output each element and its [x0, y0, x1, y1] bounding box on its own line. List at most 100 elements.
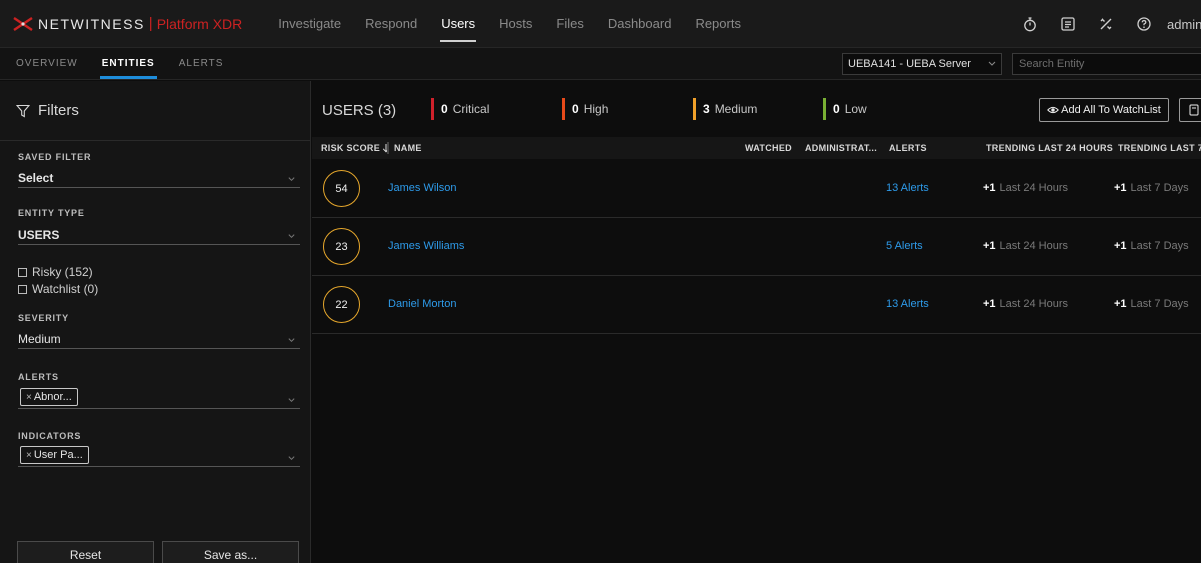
entity-name-link[interactable]: Daniel Morton	[388, 298, 456, 310]
brand-product: Platform XDR	[156, 15, 243, 32]
low-bar	[823, 98, 826, 120]
trend-24h: +1 Last 24 Hours	[983, 240, 1068, 252]
alerts-link[interactable]: 5 Alerts	[886, 240, 923, 252]
trend-7d-value: +1	[1114, 240, 1127, 252]
col-trending-7d[interactable]: TRENDING LAST 7 D	[1118, 137, 1201, 159]
nav-hosts[interactable]: Hosts	[487, 0, 544, 48]
severity-medium[interactable]: 3 Medium	[693, 98, 757, 120]
critical-bar	[431, 98, 434, 120]
trend-7d: +1 Last 7 Days	[1114, 182, 1189, 194]
nav-respond[interactable]: Respond	[353, 0, 429, 48]
chevron-down-icon[interactable]	[287, 453, 296, 462]
help-icon[interactable]	[1125, 0, 1163, 48]
trend-7d: +1 Last 7 Days	[1114, 298, 1189, 310]
entity-type-select[interactable]: USERS	[18, 225, 300, 245]
tab-overview[interactable]: OVERVIEW	[0, 48, 90, 80]
severity-high[interactable]: 0 High	[562, 98, 608, 120]
indicators-chip[interactable]: × User Pa...	[20, 446, 89, 464]
brand[interactable]: NETWITNESS | Platform XDR	[0, 0, 242, 48]
saved-filter-value: Select	[18, 170, 54, 185]
table-row[interactable]: 54 James Wilson 13 Alerts +1 Last 24 Hour…	[312, 160, 1201, 218]
alerts-filter-chip[interactable]: × Abnor...	[20, 388, 78, 406]
trend-24h: +1 Last 24 Hours	[983, 298, 1068, 310]
entity-type-label: ENTITY TYPE	[18, 208, 85, 218]
filters-header: Filters	[0, 81, 311, 141]
col-trending-24h[interactable]: TRENDING LAST 24 HOURS	[986, 137, 1113, 159]
trend-7d-value: +1	[1114, 298, 1127, 310]
nav-reports[interactable]: Reports	[683, 0, 753, 48]
col-watched[interactable]: WATCHED	[745, 137, 792, 159]
severity-critical[interactable]: 0 Critical	[431, 98, 489, 120]
entity-name-link[interactable]: James Williams	[388, 240, 464, 252]
severity-summary: USERS (3) 0 Critical 0 High 3 Medium 0 L…	[312, 81, 1201, 137]
trend-24h-value: +1	[983, 298, 996, 310]
watchlist-checkbox[interactable]: Watchlist (0)	[18, 282, 98, 296]
col-alerts[interactable]: ALERTS	[889, 137, 927, 159]
search-entity-input[interactable]	[1012, 53, 1201, 75]
table-row[interactable]: 22 Daniel Morton 13 Alerts +1 Last 24 Hou…	[312, 276, 1201, 334]
medium-count: 3	[703, 102, 710, 116]
watchlist-label: Watchlist (0)	[32, 282, 99, 296]
high-bar	[562, 98, 565, 120]
tab-entities[interactable]: ENTITIES	[90, 48, 167, 80]
remove-chip-icon[interactable]: ×	[26, 450, 32, 461]
alerts-link[interactable]: 13 Alerts	[886, 298, 929, 310]
add-all-watchlist-button[interactable]: Add All To WatchList	[1039, 98, 1169, 122]
table-header: RISK SCORE NAME WATCHED ADMINISTRAT... A…	[312, 137, 1201, 159]
checkbox-icon	[18, 284, 27, 294]
trend-24h-label: Last 24 Hours	[999, 240, 1069, 252]
severity-value: Medium	[18, 331, 61, 346]
col-administrator[interactable]: ADMINISTRAT...	[805, 137, 878, 159]
nav-files[interactable]: Files	[544, 0, 595, 48]
alerts-link[interactable]: 13 Alerts	[886, 182, 929, 194]
checkbox-icon	[18, 267, 27, 277]
severity-select[interactable]: Medium	[18, 329, 300, 349]
indicators-label: INDICATORS	[18, 431, 82, 441]
trend-7d-label: Last 7 Days	[1130, 182, 1189, 194]
risky-label: Risky (152)	[32, 265, 93, 279]
col-name[interactable]: NAME	[394, 137, 422, 159]
high-label: High	[583, 102, 609, 116]
alerts-chip-label: Abnor...	[33, 391, 72, 403]
low-count: 0	[833, 102, 840, 116]
risky-checkbox[interactable]: Risky (152)	[18, 265, 93, 279]
netwitness-logo-icon	[13, 16, 33, 31]
chevron-down-icon[interactable]	[287, 395, 296, 404]
saved-filter-select[interactable]: Select	[18, 168, 300, 188]
stopwatch-icon[interactable]	[1011, 0, 1049, 48]
main-nav: Investigate Respond Users Hosts Files Da…	[266, 0, 753, 48]
chevron-down-icon	[288, 338, 295, 343]
user-menu[interactable]: admin	[1163, 17, 1201, 32]
save-as-button[interactable]: Save as...	[162, 541, 299, 563]
risk-score-badge: 54	[323, 170, 360, 207]
tab-alerts[interactable]: ALERTS	[167, 48, 236, 80]
col-risk-score[interactable]: RISK SCORE	[321, 137, 390, 159]
nav-dashboard[interactable]: Dashboard	[596, 0, 684, 48]
nav-right-tools: admin	[1011, 0, 1201, 48]
entity-type-value: USERS	[18, 227, 60, 242]
remove-chip-icon[interactable]: ×	[26, 392, 32, 403]
reset-button[interactable]: Reset	[17, 541, 154, 563]
nav-investigate[interactable]: Investigate	[266, 0, 353, 48]
alerts-filter-label: ALERTS	[18, 372, 59, 382]
filter-icon	[16, 104, 30, 117]
saved-filter-label: SAVED FILTER	[18, 152, 92, 162]
trend-24h-value: +1	[983, 182, 996, 194]
severity-low[interactable]: 0 Low	[823, 98, 867, 120]
entities-main: USERS (3) 0 Critical 0 High 3 Medium 0 L…	[312, 81, 1201, 563]
chevron-down-icon	[288, 177, 295, 182]
nav-users[interactable]: Users	[429, 0, 487, 48]
investigate-panel-icon[interactable]	[1049, 0, 1087, 48]
indicators-chip-label: User Pa...	[33, 449, 83, 461]
entity-name-link[interactable]: James Wilson	[388, 182, 456, 194]
risk-score-badge: 22	[323, 286, 360, 323]
export-button[interactable]	[1179, 98, 1201, 122]
divider	[18, 466, 300, 467]
tools-icon[interactable]	[1087, 0, 1125, 48]
table-row[interactable]: 23 James Williams 5 Alerts +1 Last 24 Hou…	[312, 218, 1201, 276]
filters-title: Filters	[38, 102, 79, 119]
risk-score-badge: 23	[323, 228, 360, 265]
medium-bar	[693, 98, 696, 120]
ueba-server-select[interactable]: UEBA141 - UEBA Server	[842, 53, 1002, 75]
filters-sidebar: Filters SAVED FILTER Select ENTITY TYPE …	[0, 81, 311, 563]
